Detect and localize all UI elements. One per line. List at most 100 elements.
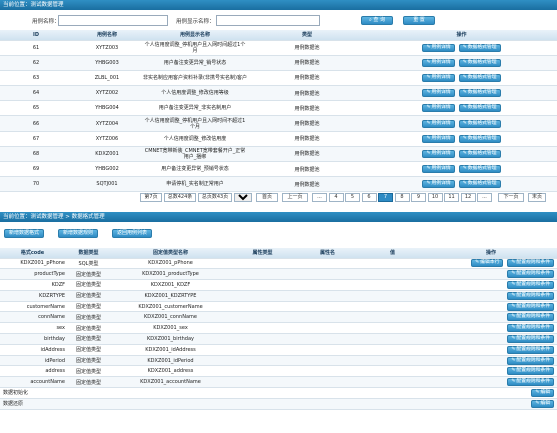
col-attr-name: 属性名 <box>296 248 360 259</box>
config-rule-button[interactable]: 配置规则和条件 <box>507 270 554 279</box>
pager-page-12[interactable]: 12 <box>460 193 476 202</box>
pager-next[interactable]: 下一页 <box>498 193 524 202</box>
row-display: 个人信用度调整_修改信用度 <box>142 131 248 147</box>
row-id: 66 <box>0 115 72 132</box>
row-name: YHBG003 <box>72 55 142 71</box>
row-attr-name <box>296 387 360 399</box>
table-row: 70SQTJ001申请停机_实名制正常用户用例数据池用例详情数据格式管理 <box>0 176 557 193</box>
col-ops: 操作 <box>366 30 557 41</box>
row-ops: 用例详情数据格式管理 <box>366 85 557 102</box>
pager-page-8[interactable]: 8 <box>394 193 410 202</box>
config-rule-button[interactable]: 配置规则和条件 <box>507 367 554 376</box>
data-format-manage-button[interactable]: 数据格式管理 <box>458 149 501 158</box>
row-format-code: 数据初始化 <box>0 387 66 399</box>
pager-page-5[interactable]: 5 <box>345 193 360 202</box>
edit-button[interactable]: 编辑 <box>531 399 554 408</box>
row-attr-type <box>230 290 296 302</box>
case-detail-button[interactable]: 用例详情 <box>422 73 455 82</box>
data-format-manage-button[interactable]: 数据格式管理 <box>458 43 501 52</box>
data-format-manage-button[interactable]: 数据格式管理 <box>458 73 501 82</box>
table-row: KDZRTYPE固定值类型KDXZ001_KDZRTYPE 配置规则和条件 <box>0 290 557 302</box>
config-rule-button[interactable]: 配置规则和条件 <box>507 302 554 311</box>
pager-first[interactable]: 首页 <box>256 193 278 202</box>
data-format-manage-button[interactable]: 数据格式管理 <box>458 58 501 67</box>
config-rule-button[interactable]: 配置规则和条件 <box>507 324 554 333</box>
data-format-manage-button[interactable]: 数据格式管理 <box>458 180 501 189</box>
case-detail-button[interactable]: 用例详情 <box>422 58 455 67</box>
pager-page-10[interactable]: 10 <box>427 193 443 202</box>
format-table: 格式code 数据类型 固定值类型名称 属性类型 属性名 值 操作 KDXZ00… <box>0 248 557 410</box>
config-rule-button[interactable]: 配置规则和条件 <box>507 378 554 387</box>
row-value <box>360 387 426 399</box>
pager-total-pages: 总页数43页 <box>198 193 232 202</box>
case-detail-button[interactable]: 用例详情 <box>422 43 455 52</box>
config-rule-button[interactable]: 配置规则和条件 <box>507 334 554 343</box>
case-detail-button[interactable]: 用例详情 <box>422 104 455 113</box>
pager-page-6[interactable]: 6 <box>361 193 377 202</box>
back-to-case-list-button[interactable]: 返回用例列表 <box>112 229 153 238</box>
row-format-ops: 配置规则和条件 <box>426 279 557 291</box>
query-button[interactable]: ⌕ 查 询 <box>361 16 393 25</box>
case-detail-button[interactable]: 用例详情 <box>422 89 455 98</box>
row-format-ops: 配置规则和条件 <box>426 290 557 302</box>
row-type: 用例数据池 <box>248 100 366 117</box>
pager-prev[interactable]: 上一页 <box>282 193 308 202</box>
edit-row-button[interactable]: 编辑本行 <box>471 259 504 268</box>
reset-button[interactable]: 重 置 <box>403 16 435 25</box>
row-format-ops: 编辑 <box>426 387 557 399</box>
table-row: customerName固定值类型KDXZ001_customerName 配置规… <box>0 301 557 313</box>
case-detail-button[interactable]: 用例详情 <box>422 134 455 143</box>
case-name-input[interactable] <box>58 15 168 26</box>
data-format-manage-button[interactable]: 数据格式管理 <box>458 119 501 128</box>
row-ops: 用例详情数据格式管理 <box>366 131 557 147</box>
case-detail-button[interactable]: 用例详情 <box>422 165 455 174</box>
row-attr-name <box>296 344 360 356</box>
row-data-type: 固定值类型 <box>66 355 112 367</box>
row-fixed-name: KDXZ001_pPhone <box>112 258 230 270</box>
row-data-type: 固定值类型 <box>66 268 112 281</box>
col-value: 值 <box>360 248 426 259</box>
pager-last[interactable]: 末页 <box>528 193 546 202</box>
config-rule-button[interactable]: 配置规则和条件 <box>507 313 554 322</box>
row-format-code: KDZF <box>0 279 66 291</box>
row-format-ops: 配置规则和条件 <box>426 365 557 378</box>
row-name: XYTZ004 <box>72 115 142 132</box>
row-id: 64 <box>0 85 72 102</box>
data-format-manage-button[interactable]: 数据格式管理 <box>458 134 501 143</box>
row-format-code: 数据还原 <box>0 398 66 410</box>
row-format-code: idAddress <box>0 344 66 356</box>
row-type: 用例数据池 <box>248 55 366 71</box>
row-display: 非实名制应用客户资料补录(非携号实名制)客户 <box>142 70 248 87</box>
table-row: accountName固定值类型KDXZ001_accountName 配置规则和… <box>0 376 557 389</box>
config-rule-button[interactable]: 配置规则和条件 <box>507 356 554 365</box>
case-detail-button[interactable]: 用例详情 <box>422 149 455 158</box>
row-fixed-name: KDXZ001_idPeriod <box>112 355 230 367</box>
config-rule-button[interactable]: 配置规则和条件 <box>507 291 554 300</box>
add-data-format-button[interactable]: 新增数据格式 <box>4 229 45 238</box>
row-attr-type <box>230 398 296 410</box>
row-format-code: KDXZ001_pPhone <box>0 258 66 270</box>
pager-page-7[interactable]: 7 <box>378 193 393 202</box>
pager-page-9[interactable]: 9 <box>411 193 426 202</box>
row-id: 70 <box>0 176 72 193</box>
case-display-input[interactable] <box>216 15 320 26</box>
data-format-manage-button[interactable]: 数据格式管理 <box>458 165 501 174</box>
row-display: 申请停机_实名制正常用户 <box>142 176 248 193</box>
add-data-rule-button[interactable]: 新增数据规则 <box>58 229 99 238</box>
data-format-manage-button[interactable]: 数据格式管理 <box>458 104 501 113</box>
table-row: KDZF固定值类型KDXZ001_KDZF 配置规则和条件 <box>0 279 557 291</box>
search-row: 用例名称： 用例显示名称： ⌕ 查 询 重 置 <box>0 14 557 28</box>
case-detail-button[interactable]: 用例详情 <box>422 180 455 189</box>
page-size-select[interactable]: 10 <box>234 193 252 202</box>
case-detail-button[interactable]: 用例详情 <box>422 119 455 128</box>
col-format-code: 格式code <box>0 248 66 259</box>
config-rule-button[interactable]: 配置规则和条件 <box>507 259 554 268</box>
pager-page-11[interactable]: 11 <box>444 193 459 202</box>
edit-button[interactable]: 编辑 <box>531 388 554 397</box>
data-format-manage-button[interactable]: 数据格式管理 <box>458 89 501 98</box>
pager-page-4[interactable]: 4 <box>328 193 344 202</box>
config-rule-button[interactable]: 配置规则和条件 <box>507 345 554 354</box>
config-rule-button[interactable]: 配置规则和条件 <box>507 280 554 289</box>
row-format-ops: 配置规则和条件 <box>426 268 557 281</box>
table-row: 67XYTZ006个人信用度调整_修改信用度用例数据池用例详情数据格式管理 <box>0 131 557 147</box>
